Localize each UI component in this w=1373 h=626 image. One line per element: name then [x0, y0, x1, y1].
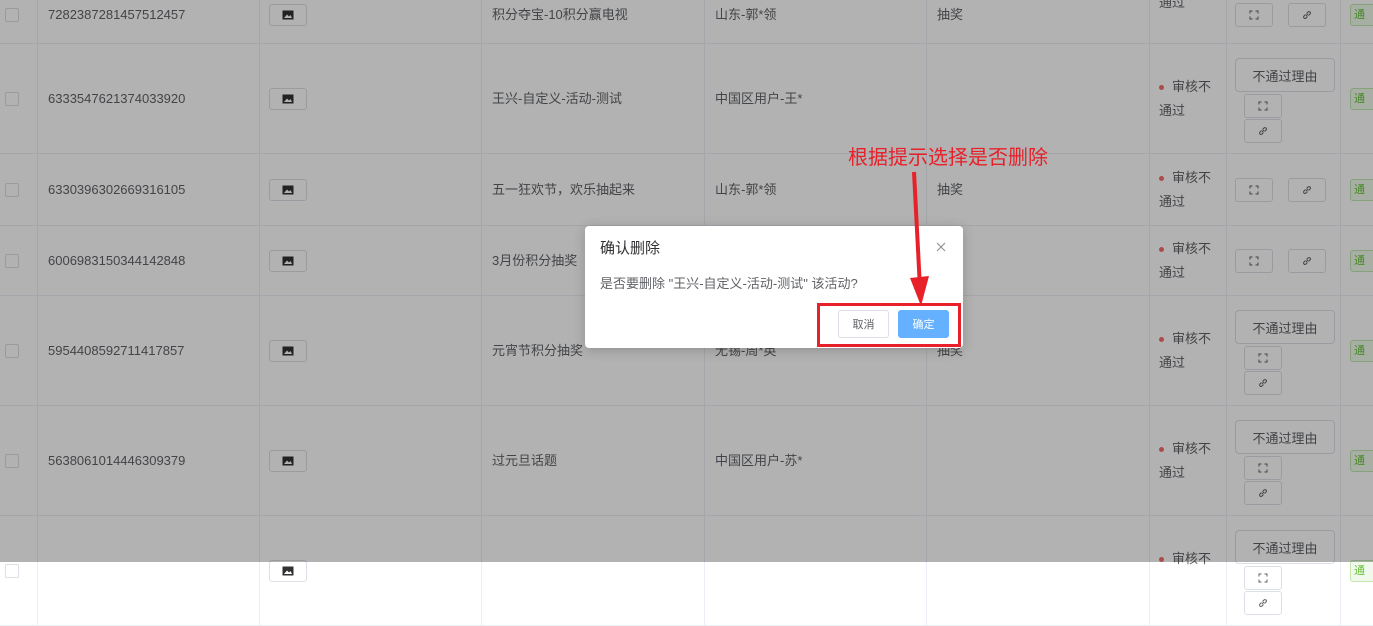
status-tag: 通 — [1350, 560, 1373, 582]
dialog-message: 是否要删除 "王兴-自定义-活动-测试" 该活动? — [600, 276, 858, 291]
link-button[interactable] — [1244, 591, 1282, 615]
fullscreen-icon — [1258, 573, 1268, 583]
annotation-arrow — [910, 171, 929, 306]
annotation-text: 根据提示选择是否删除 — [848, 147, 1048, 169]
link-icon — [1258, 598, 1268, 608]
view-image-button[interactable] — [269, 560, 307, 582]
dialog-title: 确认删除 — [600, 240, 661, 257]
row-checkbox[interactable] — [5, 564, 19, 578]
preview-button[interactable] — [1244, 566, 1282, 590]
image-icon — [282, 566, 294, 576]
